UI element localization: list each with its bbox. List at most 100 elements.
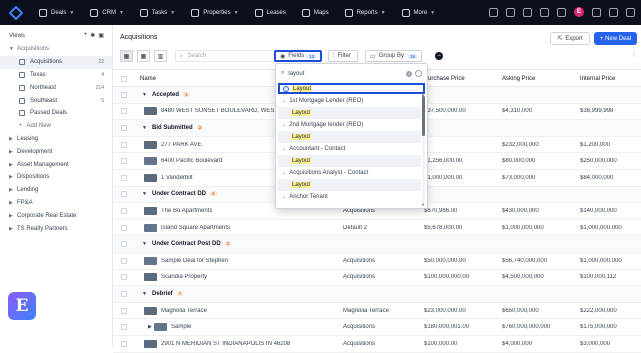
add-icon[interactable]: + (84, 32, 88, 39)
collapse-icon[interactable]: ▣ (98, 32, 104, 39)
group-row[interactable]: ▼ Debrief 7 (113, 286, 641, 303)
row-checkbox[interactable] (121, 257, 127, 264)
deal-name[interactable]: Scandia Property (161, 274, 301, 280)
table-view-button[interactable]: ▦ (120, 50, 133, 62)
search-input[interactable]: ⌕ Search (175, 50, 275, 62)
gear-icon[interactable]: ✱ (90, 32, 95, 39)
sidebar-item-northeast[interactable]: Northeast 214 (0, 81, 112, 94)
fields-button[interactable]: ◉ Fields 13 (274, 50, 322, 62)
avatar[interactable]: E (574, 7, 584, 17)
field-group[interactable]: ⌄ Acquisitions Analyst - Contact (278, 167, 421, 179)
group-row[interactable]: ▼ Under Contract Post DD 2 (113, 236, 641, 253)
chevron-down-icon[interactable]: ▼ (142, 191, 147, 197)
field-option[interactable]: Layout (278, 107, 421, 119)
sidebar-group-leasing[interactable]: ▶ Leasing (0, 133, 112, 146)
grid-view-button[interactable]: ▦ (137, 50, 150, 62)
checklist-icon[interactable] (540, 7, 549, 17)
sidebar-group-acquisitions[interactable]: ▼ Acquisitions (0, 43, 112, 56)
more-options-icon[interactable]: ⋮ (631, 51, 637, 58)
deal-name[interactable]: Sample Deal for Stephen (161, 258, 301, 264)
table-row[interactable]: ▶ Sample Acquisitions $180,000,001.00 $760,0… (113, 319, 641, 336)
chevron-right-icon[interactable]: ▶ (148, 324, 152, 330)
sidebar-group-dispositions[interactable]: ▶ Dispositions (0, 171, 112, 184)
search-icon[interactable] (489, 7, 498, 17)
column-header-asking-price[interactable]: Asking Price (502, 76, 535, 82)
table-row[interactable]: Sample Deal for Stephen Acquisitions $50,0… (113, 253, 641, 270)
bell-icon[interactable] (557, 7, 566, 17)
sidebar-item-southeast[interactable]: Southeast 5 (0, 94, 112, 107)
nav-deals[interactable]: Deals ▼ (39, 8, 74, 17)
nav-properties[interactable]: Properties ▼ (191, 8, 239, 17)
row-checkbox[interactable] (121, 207, 127, 214)
row-checkbox[interactable] (121, 307, 127, 314)
table-row[interactable]: Magnolia Terrace Magnolia Terrace $23,000,… (113, 303, 641, 320)
sidebar-item-acquisitions[interactable]: Acquisitions 22 (0, 55, 112, 69)
nav-leases[interactable]: Leases (254, 8, 286, 17)
field-group[interactable]: ⌄ Accountant - Contact (278, 143, 421, 155)
chevron-down-icon[interactable]: ▼ (142, 241, 147, 247)
brand-logo-icon[interactable]: E (8, 292, 36, 320)
nav-more[interactable]: More ▼ (401, 8, 435, 17)
row-checkbox[interactable] (121, 290, 127, 297)
row-checkbox[interactable] (121, 124, 127, 131)
column-header-internal-price[interactable]: Internal Price (580, 76, 615, 82)
sidebar-group-corporate-real-estate[interactable]: ▶ Corporate Real Estate (0, 209, 112, 222)
folder-icon[interactable] (506, 7, 515, 17)
fields-search-input[interactable]: ⌕ layout × (281, 68, 423, 79)
field-group[interactable]: ⌄ Anchor Tenant (278, 191, 421, 203)
clear-icon[interactable]: × (406, 70, 412, 77)
nav-tasks[interactable]: Tasks ▼ (139, 8, 175, 17)
field-option[interactable]: Layout (278, 179, 421, 191)
chevron-down-icon[interactable]: ▼ (142, 291, 147, 297)
column-header-name[interactable]: Name (140, 76, 156, 82)
sidebar-group-fpa[interactable]: ▶ FP&A (0, 197, 112, 210)
user-icon[interactable] (626, 7, 635, 17)
filter-button[interactable]: ⫶ Filter (328, 50, 358, 62)
row-checkbox[interactable] (121, 191, 127, 198)
deal-name[interactable]: Magnolia Terrace (161, 308, 301, 314)
sidebar-group-asset-management[interactable]: ▶ Asset Management (0, 158, 112, 171)
table-row[interactable]: Island Square Apartments Default 2 $5,678,… (113, 220, 641, 237)
field-option[interactable]: Layout (278, 155, 421, 167)
deal-name[interactable]: Island Square Apartments (161, 225, 301, 231)
row-checkbox[interactable] (121, 91, 127, 98)
export-button[interactable]: ⇱ Export (550, 32, 590, 45)
field-option[interactable]: Layout (278, 131, 421, 143)
deal-name[interactable]: Sample (171, 324, 311, 330)
scroll-down-icon[interactable]: ▼ (421, 202, 425, 207)
sidebar-add-new[interactable]: + Add New (0, 120, 112, 133)
column-header-purchase-price[interactable]: Purchase Price (424, 76, 465, 82)
field-group[interactable]: ⌄ 1st Mortgage Lender (REO) (278, 95, 421, 107)
check-circle-icon[interactable] (415, 70, 422, 77)
table-row[interactable]: Scandia Property Acquisitions $100,000,000… (113, 270, 641, 287)
field-option-layout[interactable]: Layout (278, 83, 425, 94)
board-view-button[interactable]: ▥ (154, 50, 167, 62)
sidebar-group-ts-realty-partners[interactable]: ▶ TS Realty Partners (0, 222, 112, 235)
remove-icon[interactable]: − (435, 52, 443, 60)
chevron-down-icon[interactable]: ▼ (142, 125, 147, 131)
chevron-down-icon[interactable]: ▼ (142, 92, 147, 98)
dropdown-scrollbar-thumb[interactable] (422, 96, 425, 136)
row-checkbox[interactable] (121, 274, 127, 281)
row-checkbox[interactable] (121, 141, 127, 148)
gear-icon[interactable] (609, 7, 618, 17)
row-checkbox[interactable] (121, 174, 127, 181)
table-row[interactable]: 2901 N MERIDIAN ST INDIANAPOLIS IN 46208… (113, 336, 641, 353)
select-all-checkbox[interactable] (121, 76, 127, 82)
field-group[interactable]: ⌄ 2nd Mortgage lender (REO) (278, 119, 421, 131)
new-deal-button[interactable]: + New Deal (594, 32, 637, 45)
group-by-button[interactable]: ▭ Group By 16 (365, 50, 422, 62)
sidebar-item-texas[interactable]: Texas 4 (0, 69, 112, 82)
calendar-icon[interactable] (523, 7, 532, 17)
row-checkbox[interactable] (121, 158, 127, 165)
scroll-up-icon[interactable]: ▲ (421, 92, 425, 97)
grid-icon[interactable] (592, 7, 601, 17)
sidebar-item-passed-deals[interactable]: Passed Deals (0, 107, 112, 120)
row-checkbox[interactable] (121, 224, 127, 231)
nav-maps[interactable]: Maps (301, 8, 329, 17)
sidebar-group-lending[interactable]: ▶ Lending (0, 184, 112, 197)
sidebar-group-development[interactable]: ▶ Development (0, 145, 112, 158)
row-checkbox[interactable] (121, 108, 127, 115)
row-checkbox[interactable] (121, 241, 127, 248)
nav-crm[interactable]: CRM ▼ (90, 8, 124, 17)
